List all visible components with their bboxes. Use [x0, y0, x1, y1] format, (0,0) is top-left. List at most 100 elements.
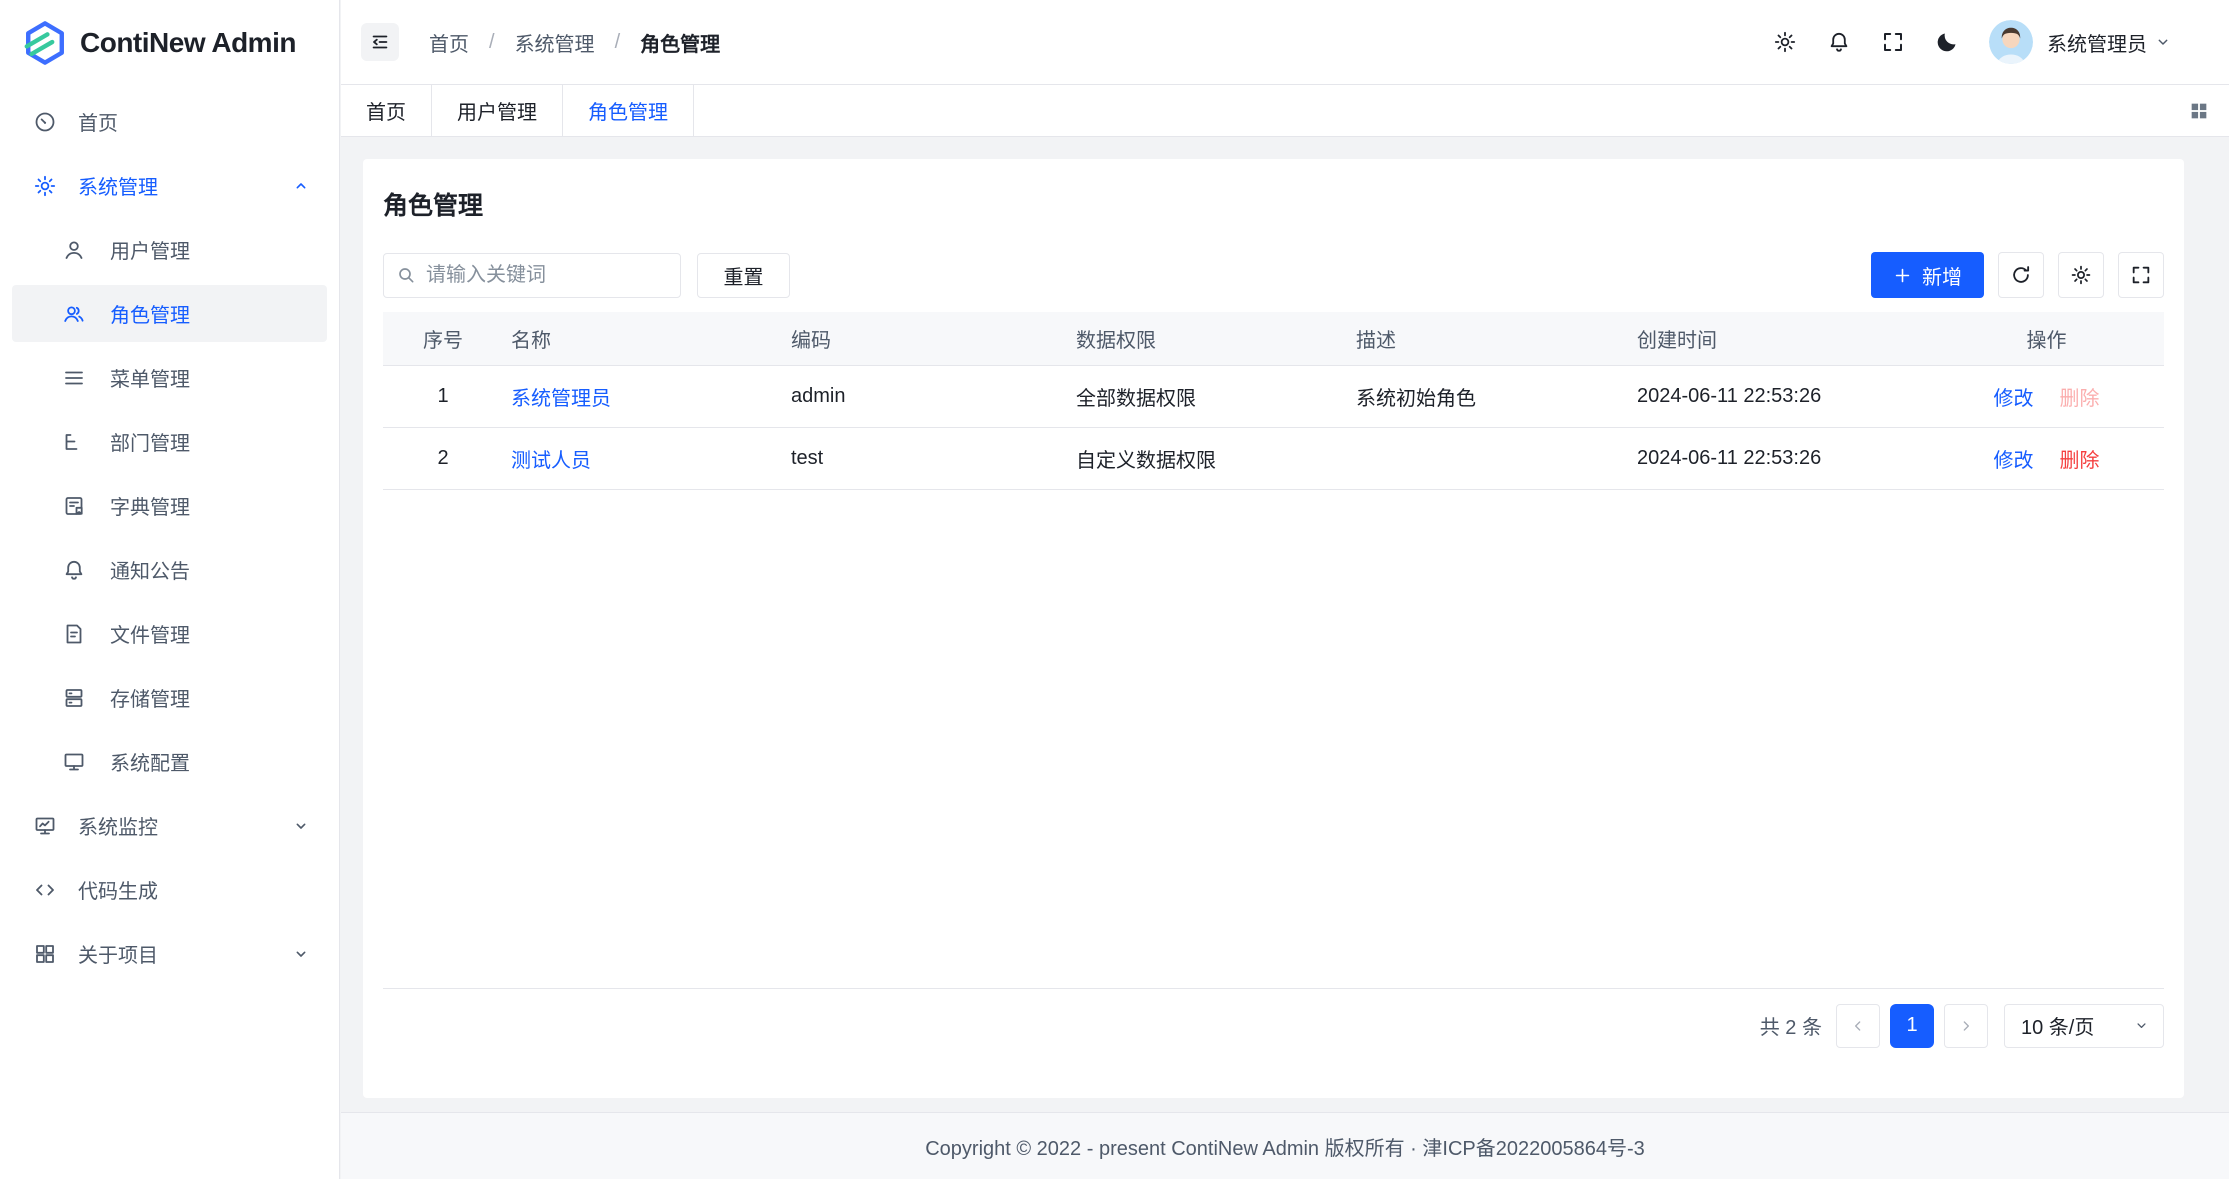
toolbar-right: 新增	[1871, 252, 2164, 298]
user-icon	[62, 238, 86, 262]
pagination-next-button[interactable]	[1944, 1004, 1988, 1048]
storage-icon	[62, 686, 86, 710]
sidebar-item-system-config[interactable]: 系统配置	[12, 733, 327, 790]
refresh-button[interactable]	[1998, 252, 2044, 298]
role-name-link[interactable]: 测试人员	[511, 450, 591, 472]
reset-button[interactable]: 重置	[697, 253, 790, 298]
chevron-down-icon	[293, 946, 309, 962]
sidebar-item-file-management[interactable]: 文件管理	[12, 605, 327, 662]
sidebar-item-role-management[interactable]: 角色管理	[12, 285, 327, 342]
cell-code: test	[783, 427, 1068, 489]
col-created: 创建时间	[1629, 312, 1929, 365]
delete-link[interactable]: 删除	[2060, 450, 2100, 472]
user-name[interactable]: 系统管理员	[2047, 28, 2147, 57]
fullscreen-icon	[2130, 264, 2152, 286]
sidebar: ContiNew Admin 首页 系统管理 用户管理	[0, 0, 340, 1179]
tab-bar: 首页 用户管理 角色管理	[341, 85, 2229, 137]
gear-icon	[1773, 30, 1797, 54]
sidebar-item-notice[interactable]: 通知公告	[12, 541, 327, 598]
table-empty-space	[383, 490, 2164, 989]
avatar-image	[1989, 20, 2033, 64]
pagination: 共 2 条 1 10 条/页	[383, 1004, 2164, 1048]
settings-button[interactable]	[1773, 30, 1797, 54]
chevron-up-icon	[293, 178, 309, 194]
sidebar-menu: 首页 系统管理 用户管理 角色管理	[0, 85, 339, 982]
table-row: 1 系统管理员 admin 全部数据权限 系统初始角色 2024-06-11 2…	[383, 365, 2164, 427]
table-row: 2 测试人员 test 自定义数据权限 2024-06-11 22:53:26 …	[383, 427, 2164, 489]
monitor-icon	[62, 750, 86, 774]
sidebar-item-dept-management[interactable]: 部门管理	[12, 413, 327, 470]
tab-home[interactable]: 首页	[341, 85, 432, 136]
role-name-link[interactable]: 系统管理员	[511, 388, 611, 410]
add-button[interactable]: 新增	[1871, 252, 1984, 298]
sidebar-item-storage-management[interactable]: 存储管理	[12, 669, 327, 726]
sidebar-item-system-monitor[interactable]: 系统监控	[12, 797, 327, 854]
tab-user-management[interactable]: 用户管理	[432, 85, 563, 136]
table-settings-button[interactable]	[2058, 252, 2104, 298]
col-code: 编码	[783, 312, 1068, 365]
grid-icon	[33, 942, 57, 966]
menu-lines-icon	[62, 366, 86, 390]
cell-created: 2024-06-11 22:53:26	[1629, 365, 1929, 427]
search-box	[383, 253, 681, 298]
code-icon	[33, 878, 57, 902]
col-desc: 描述	[1348, 312, 1629, 365]
cell-desc	[1348, 427, 1629, 489]
users-icon	[62, 302, 86, 326]
fullscreen-icon	[1881, 30, 1905, 54]
col-index: 序号	[383, 312, 503, 365]
page-footer: Copyright © 2022 - present ContiNew Admi…	[341, 1112, 2229, 1179]
continew-logo-icon	[22, 19, 68, 67]
breadcrumb-home[interactable]: 首页	[429, 28, 469, 57]
content-area: 角色管理 重置 新增	[341, 137, 2229, 1112]
gear-icon	[33, 174, 57, 198]
table-fullscreen-button[interactable]	[2118, 252, 2164, 298]
sidebar-item-about-project[interactable]: 关于项目	[12, 925, 327, 982]
tab-role-management[interactable]: 角色管理	[563, 85, 694, 136]
tab-actions-button[interactable]	[2169, 85, 2229, 136]
grid-filled-icon	[2188, 100, 2210, 122]
chevron-down-icon[interactable]	[2155, 34, 2171, 50]
toolbar: 重置 新增	[383, 252, 2164, 298]
col-scope: 数据权限	[1068, 312, 1348, 365]
search-input[interactable]	[426, 264, 668, 287]
chevron-left-icon	[1850, 1018, 1866, 1034]
breadcrumb-separator: /	[615, 31, 621, 54]
sidebar-collapse-button[interactable]	[361, 23, 399, 61]
edit-link[interactable]: 修改	[1994, 388, 2034, 410]
cell-scope: 全部数据权限	[1068, 365, 1348, 427]
bell-icon	[62, 558, 86, 582]
delete-link: 删除	[2060, 388, 2100, 410]
edit-link[interactable]: 修改	[1994, 450, 2034, 472]
notifications-button[interactable]	[1827, 30, 1851, 54]
sidebar-item-system-management[interactable]: 系统管理	[12, 157, 327, 214]
gear-icon	[2070, 264, 2092, 286]
sidebar-item-home[interactable]: 首页	[12, 93, 327, 150]
breadcrumb: 首页 / 系统管理 / 角色管理	[429, 28, 720, 57]
bell-icon	[1827, 30, 1851, 54]
dashboard-icon	[33, 110, 57, 134]
sidebar-item-menu-management[interactable]: 菜单管理	[12, 349, 327, 406]
sidebar-item-dict-management[interactable]: 字典管理	[12, 477, 327, 534]
dark-mode-button[interactable]	[1935, 30, 1959, 54]
chevron-down-icon	[2134, 1018, 2149, 1033]
cell-index: 1	[383, 365, 503, 427]
app-title: ContiNew Admin	[80, 27, 296, 59]
refresh-icon	[2010, 264, 2032, 286]
cell-code: admin	[783, 365, 1068, 427]
fullscreen-button[interactable]	[1881, 30, 1905, 54]
role-table: 序号 名称 编码 数据权限 描述 创建时间 操作 1 系统管理员 admin 全…	[383, 312, 2164, 490]
pagination-total: 共 2 条	[1760, 1011, 1822, 1040]
moon-icon	[1935, 30, 1959, 54]
page-size-select[interactable]: 10 条/页	[2004, 1004, 2164, 1048]
sidebar-item-code-generation[interactable]: 代码生成	[12, 861, 327, 918]
pagination-prev-button[interactable]	[1836, 1004, 1880, 1048]
sidebar-item-user-management[interactable]: 用户管理	[12, 221, 327, 278]
logo-row[interactable]: ContiNew Admin	[0, 0, 339, 85]
chevron-right-icon	[1958, 1018, 1974, 1034]
pagination-page-1[interactable]: 1	[1890, 1004, 1934, 1048]
breadcrumb-system-management[interactable]: 系统管理	[515, 28, 595, 57]
monitor-chart-icon	[33, 814, 57, 838]
avatar[interactable]	[1989, 20, 2033, 64]
cell-desc: 系统初始角色	[1348, 365, 1629, 427]
